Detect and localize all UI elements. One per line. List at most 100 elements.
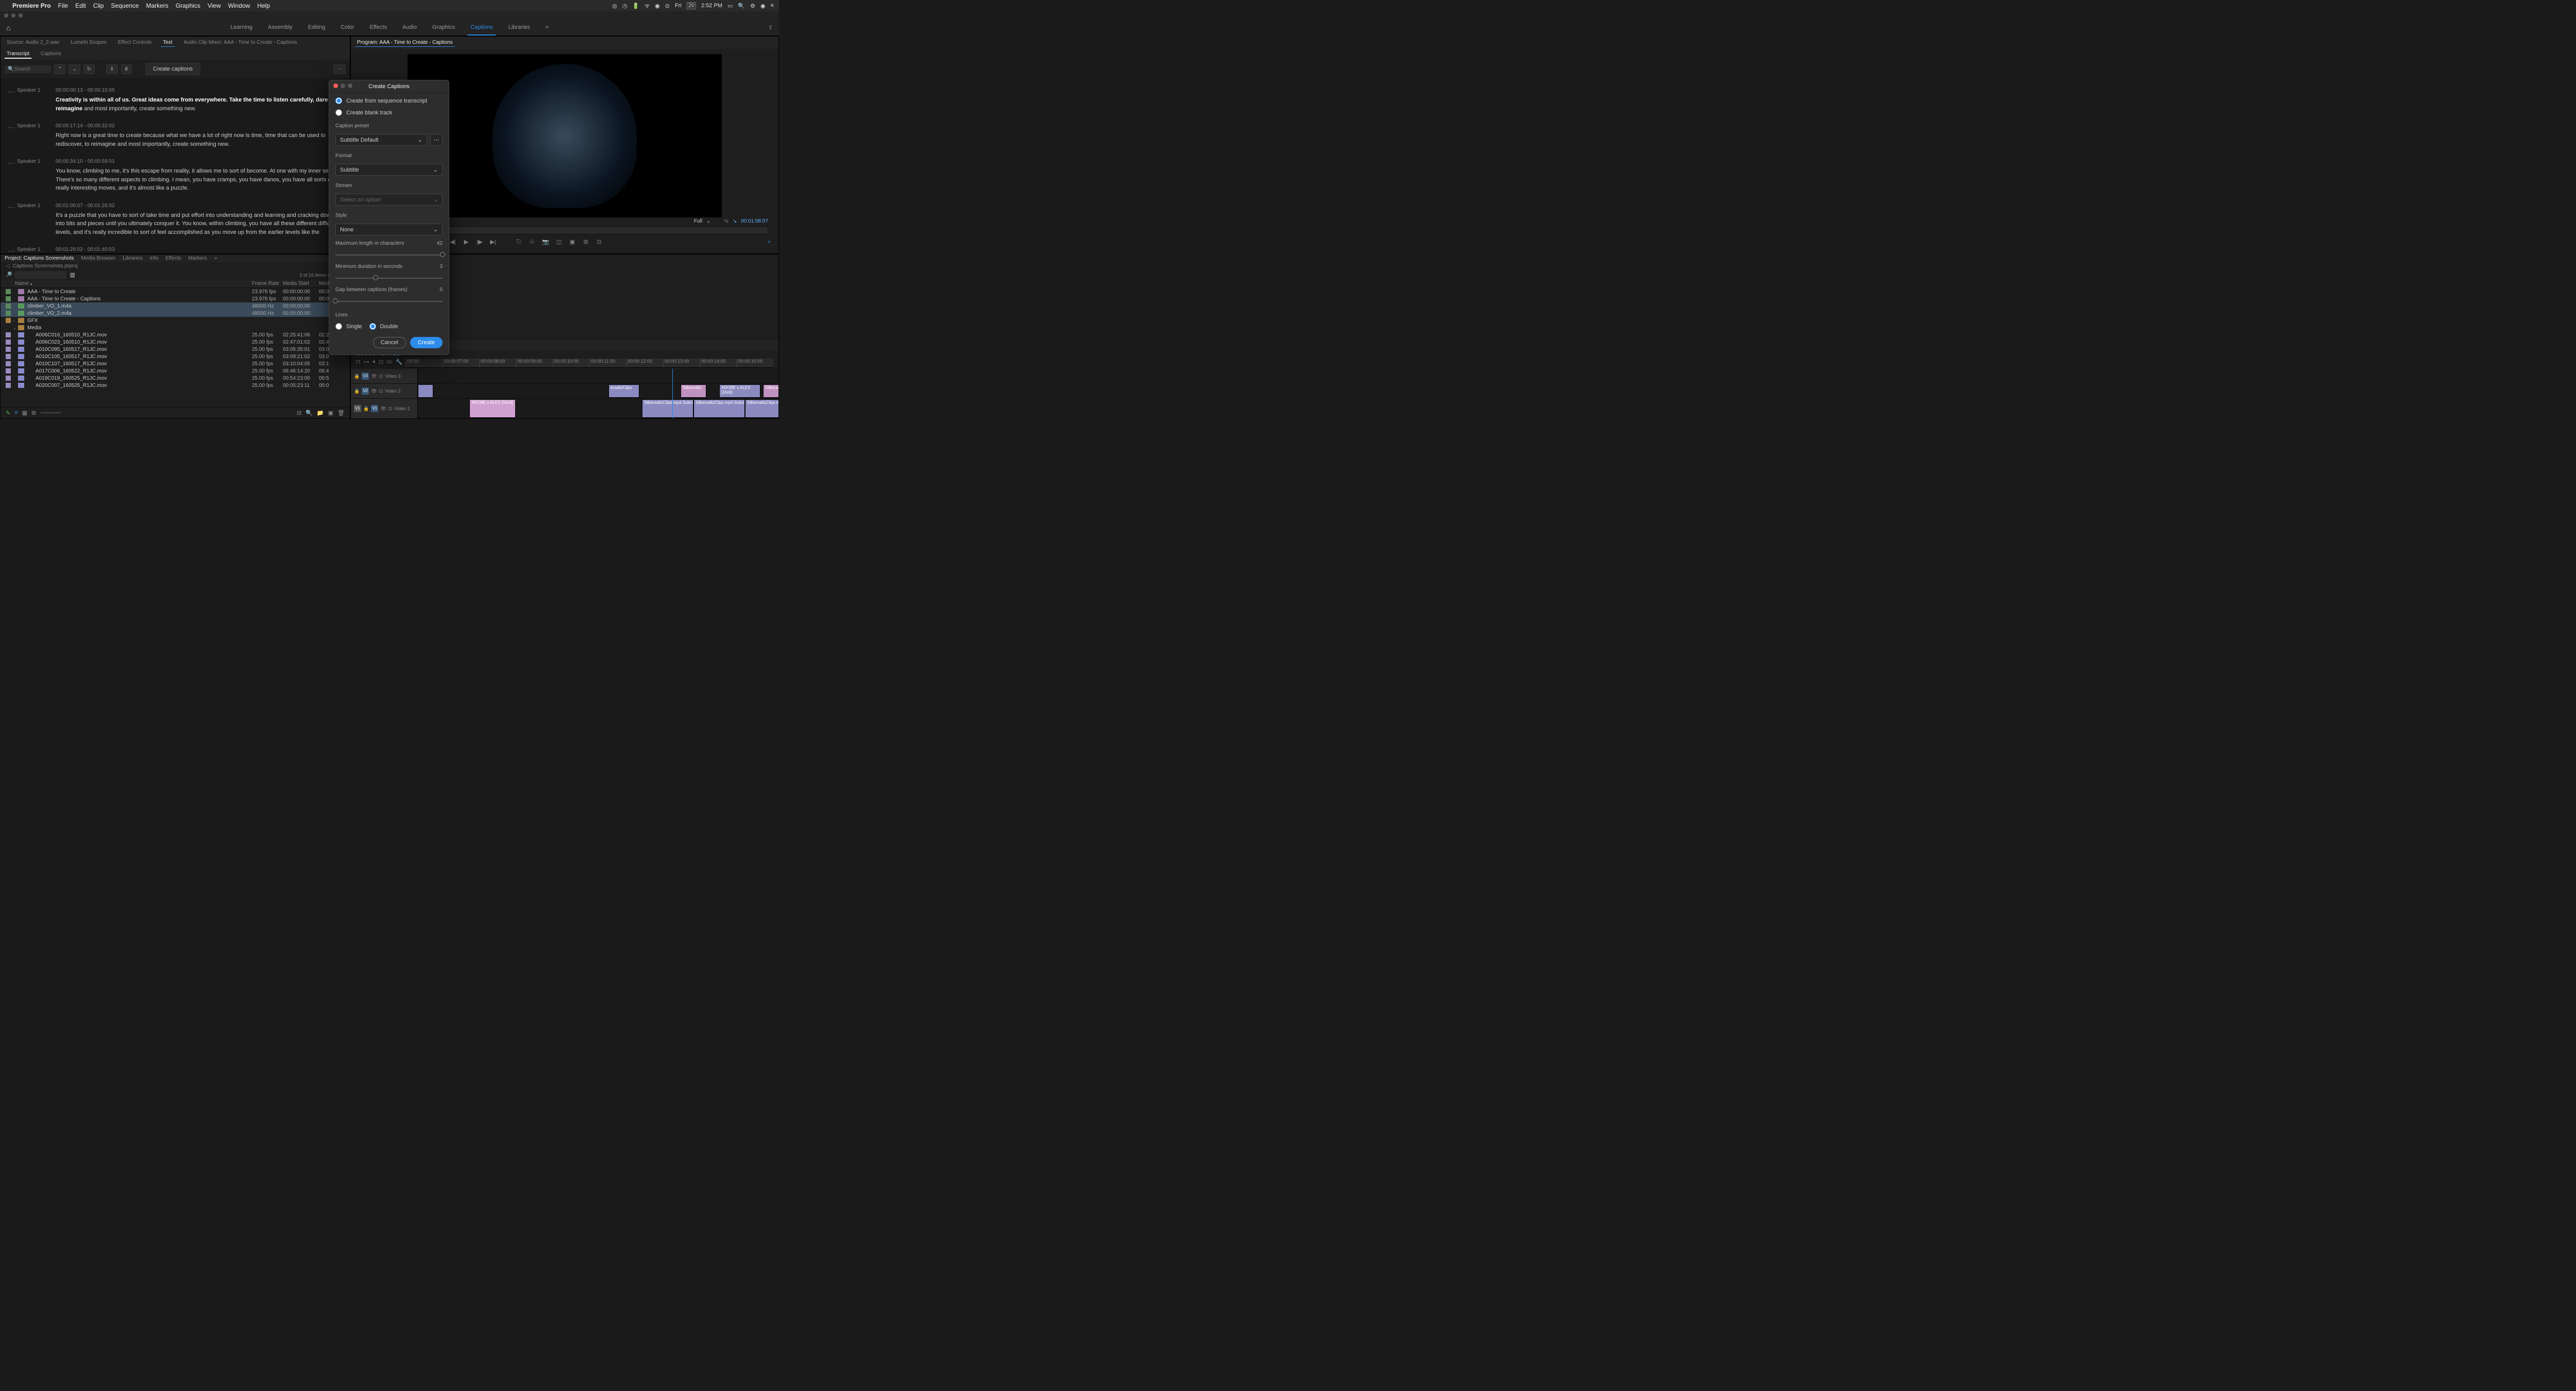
asset-row[interactable]: AAA - Time to Create 23.976 fps 00:00:00…	[1, 288, 350, 295]
overflow-icon[interactable]: »	[214, 256, 217, 261]
dialog-close-icon[interactable]	[333, 83, 338, 88]
lines-double[interactable]: Double	[369, 323, 398, 330]
tab-source[interactable]: Source: Audio 2_2.wav	[5, 39, 61, 47]
back-icon[interactable]: ◁	[6, 263, 10, 269]
timeline-clip[interactable]: SilbersaltzClips.mp4.Subclip	[693, 399, 745, 418]
clock-time[interactable]: 2:52 PM	[701, 3, 722, 9]
label-swatch[interactable]	[6, 289, 11, 294]
new-bin-icon[interactable]: ▥	[70, 272, 75, 278]
asset-row[interactable]: › GFX	[1, 317, 350, 324]
subtab-transcript[interactable]: Transcript	[5, 50, 31, 59]
label-swatch[interactable]	[6, 318, 11, 323]
asset-row[interactable]: A017C006_160522_R1JC.mov 25.00 fps 06:46…	[1, 367, 350, 375]
option-blank-track[interactable]: Create blank track	[335, 109, 443, 116]
split-button[interactable]: ⥯	[121, 64, 132, 74]
col-name[interactable]: Name ▴	[15, 281, 252, 286]
snap-icon[interactable]: ⊓	[356, 359, 361, 368]
lines-single[interactable]: Single	[335, 323, 362, 330]
play-icon[interactable]: ▶	[462, 239, 470, 245]
ws-graphics[interactable]: Graphics	[429, 20, 458, 36]
timeline-clip[interactable]: Silbersaltz	[681, 384, 706, 398]
label-swatch[interactable]	[6, 361, 11, 366]
program-monitor-canvas[interactable]	[408, 54, 722, 217]
label-swatch[interactable]	[6, 368, 11, 374]
segment-text[interactable]: It's a puzzle that you have to sort of t…	[56, 211, 340, 237]
label-swatch[interactable]	[6, 311, 11, 316]
share-icon[interactable]: ⇧	[768, 24, 773, 31]
tab-effect-controls[interactable]: Effect Controls	[116, 39, 154, 47]
segment-text[interactable]: Creativity is within all of us. Great id…	[56, 96, 340, 113]
mindur-slider[interactable]	[335, 278, 443, 279]
preset-options-button[interactable]: ⋯	[430, 134, 443, 146]
ws-captions[interactable]: Captions	[467, 20, 496, 36]
menu-sequence[interactable]: Sequence	[111, 2, 139, 9]
track-output-icon[interactable]: ⊡	[379, 388, 383, 394]
slider-thumb[interactable]	[333, 298, 338, 303]
segment-menu-icon[interactable]: ⋯	[8, 159, 17, 193]
ws-libraries[interactable]: Libraries	[505, 20, 533, 36]
list-view-icon[interactable]: ≡	[14, 410, 18, 416]
linked-selection-icon[interactable]: ⊶	[364, 359, 369, 368]
asset-list[interactable]: AAA - Time to Create 23.976 fps 00:00:00…	[1, 288, 350, 407]
preset-select[interactable]: Subtitle Default ⌄	[335, 134, 427, 146]
create-button[interactable]: Create	[410, 337, 443, 348]
lock-icon[interactable]: 🔒	[354, 388, 360, 394]
goto-out-icon[interactable]: ▶|	[489, 239, 497, 245]
automate-icon[interactable]: ⊟	[297, 410, 301, 416]
add-button-icon[interactable]: +	[765, 239, 773, 245]
settings-icon[interactable]: ⊡	[595, 239, 603, 245]
asset-row[interactable]: AAA - Time to Create - Captions 23.976 f…	[1, 295, 350, 302]
expand-icon[interactable]: ⌄	[13, 326, 18, 330]
step-back-icon[interactable]: ◀|	[449, 239, 457, 245]
col-fps[interactable]: Frame Rate	[252, 281, 283, 286]
subtab-captions[interactable]: Captions	[39, 50, 63, 59]
label-swatch[interactable]	[6, 332, 11, 337]
timeline-clip[interactable]: Silbersa	[763, 384, 778, 398]
track-lane-v1[interactable]: ADOBE x ALEX [16x9] SilbersaltzClips.mp4…	[418, 399, 778, 418]
speaker-label[interactable]: Speaker 1	[17, 123, 56, 148]
asset-row[interactable]: A019C019_160525_R1JC.mov 25.00 fps 00:54…	[1, 375, 350, 382]
timeline-ruler[interactable]: 00:0000:00:07:0000:00:08:0000:00:09:0000…	[405, 359, 773, 368]
marker-add-icon[interactable]: ●	[372, 359, 376, 368]
expand-icon[interactable]: ›	[13, 318, 18, 323]
merge-button[interactable]: ⇕	[106, 64, 117, 74]
next-match-button[interactable]: ⌄	[69, 64, 80, 74]
ws-editing[interactable]: Editing	[305, 20, 329, 36]
project-search-input[interactable]	[15, 271, 66, 279]
segment-text[interactable]: Right now is a great time to create beca…	[56, 131, 340, 148]
comparison-view-icon[interactable]: ◫	[555, 239, 563, 245]
radio-from-transcript[interactable]	[335, 97, 342, 104]
track-output-icon[interactable]: ⊡	[379, 374, 383, 379]
asset-row[interactable]: A006C016_160510_R1JC.mov 25.00 fps 02:25…	[1, 331, 350, 338]
prev-match-button[interactable]: ⌃	[54, 64, 65, 74]
menu-graphics[interactable]: Graphics	[176, 2, 200, 9]
status-icon[interactable]: ◉	[655, 3, 660, 9]
ws-learning[interactable]: Learning	[227, 20, 256, 36]
asset-row[interactable]: A010C107_160517_R1JC.mov 25.00 fps 03:10…	[1, 360, 350, 367]
info-tab[interactable]: Info	[150, 256, 159, 261]
timeline-clip[interactable]	[418, 384, 433, 398]
libraries-tab[interactable]: Libraries	[123, 256, 142, 261]
new-bin-icon[interactable]: 📁	[317, 410, 324, 416]
label-swatch[interactable]	[6, 354, 11, 359]
step-fwd-icon[interactable]: |▶	[476, 239, 484, 245]
control-center-icon[interactable]: ⚙	[750, 3, 755, 9]
label-swatch[interactable]	[6, 383, 11, 388]
zoom-slider[interactable]: —○——	[40, 410, 61, 416]
track-target-v2[interactable]: V2	[362, 387, 369, 395]
search-input[interactable]	[14, 66, 45, 72]
segment-menu-icon[interactable]: ⋯	[8, 123, 17, 148]
speaker-label[interactable]: Speaker 1	[17, 203, 56, 237]
zoom-arrow-icon[interactable]: ↘	[733, 218, 737, 224]
wifi-icon[interactable]: ᯤ	[645, 2, 650, 10]
slider-thumb[interactable]	[373, 275, 378, 280]
transcript-search[interactable]: 🔍	[5, 65, 51, 73]
ws-audio[interactable]: Audio	[399, 20, 420, 36]
timeline-clip[interactable]: SilbersaltzClips.mp4.Subclip	[745, 399, 778, 418]
ws-color[interactable]: Color	[337, 20, 357, 36]
timeline-clip[interactable]: ADOBE x ALEX [16x9]	[719, 384, 760, 398]
markers-tab[interactable]: Markers	[189, 256, 207, 261]
program-tab[interactable]: Program: AAA - Time to Create - Captions	[355, 39, 455, 47]
track-target-v1[interactable]: V1	[371, 405, 378, 412]
wrench-icon[interactable]: 🔧	[395, 359, 402, 368]
